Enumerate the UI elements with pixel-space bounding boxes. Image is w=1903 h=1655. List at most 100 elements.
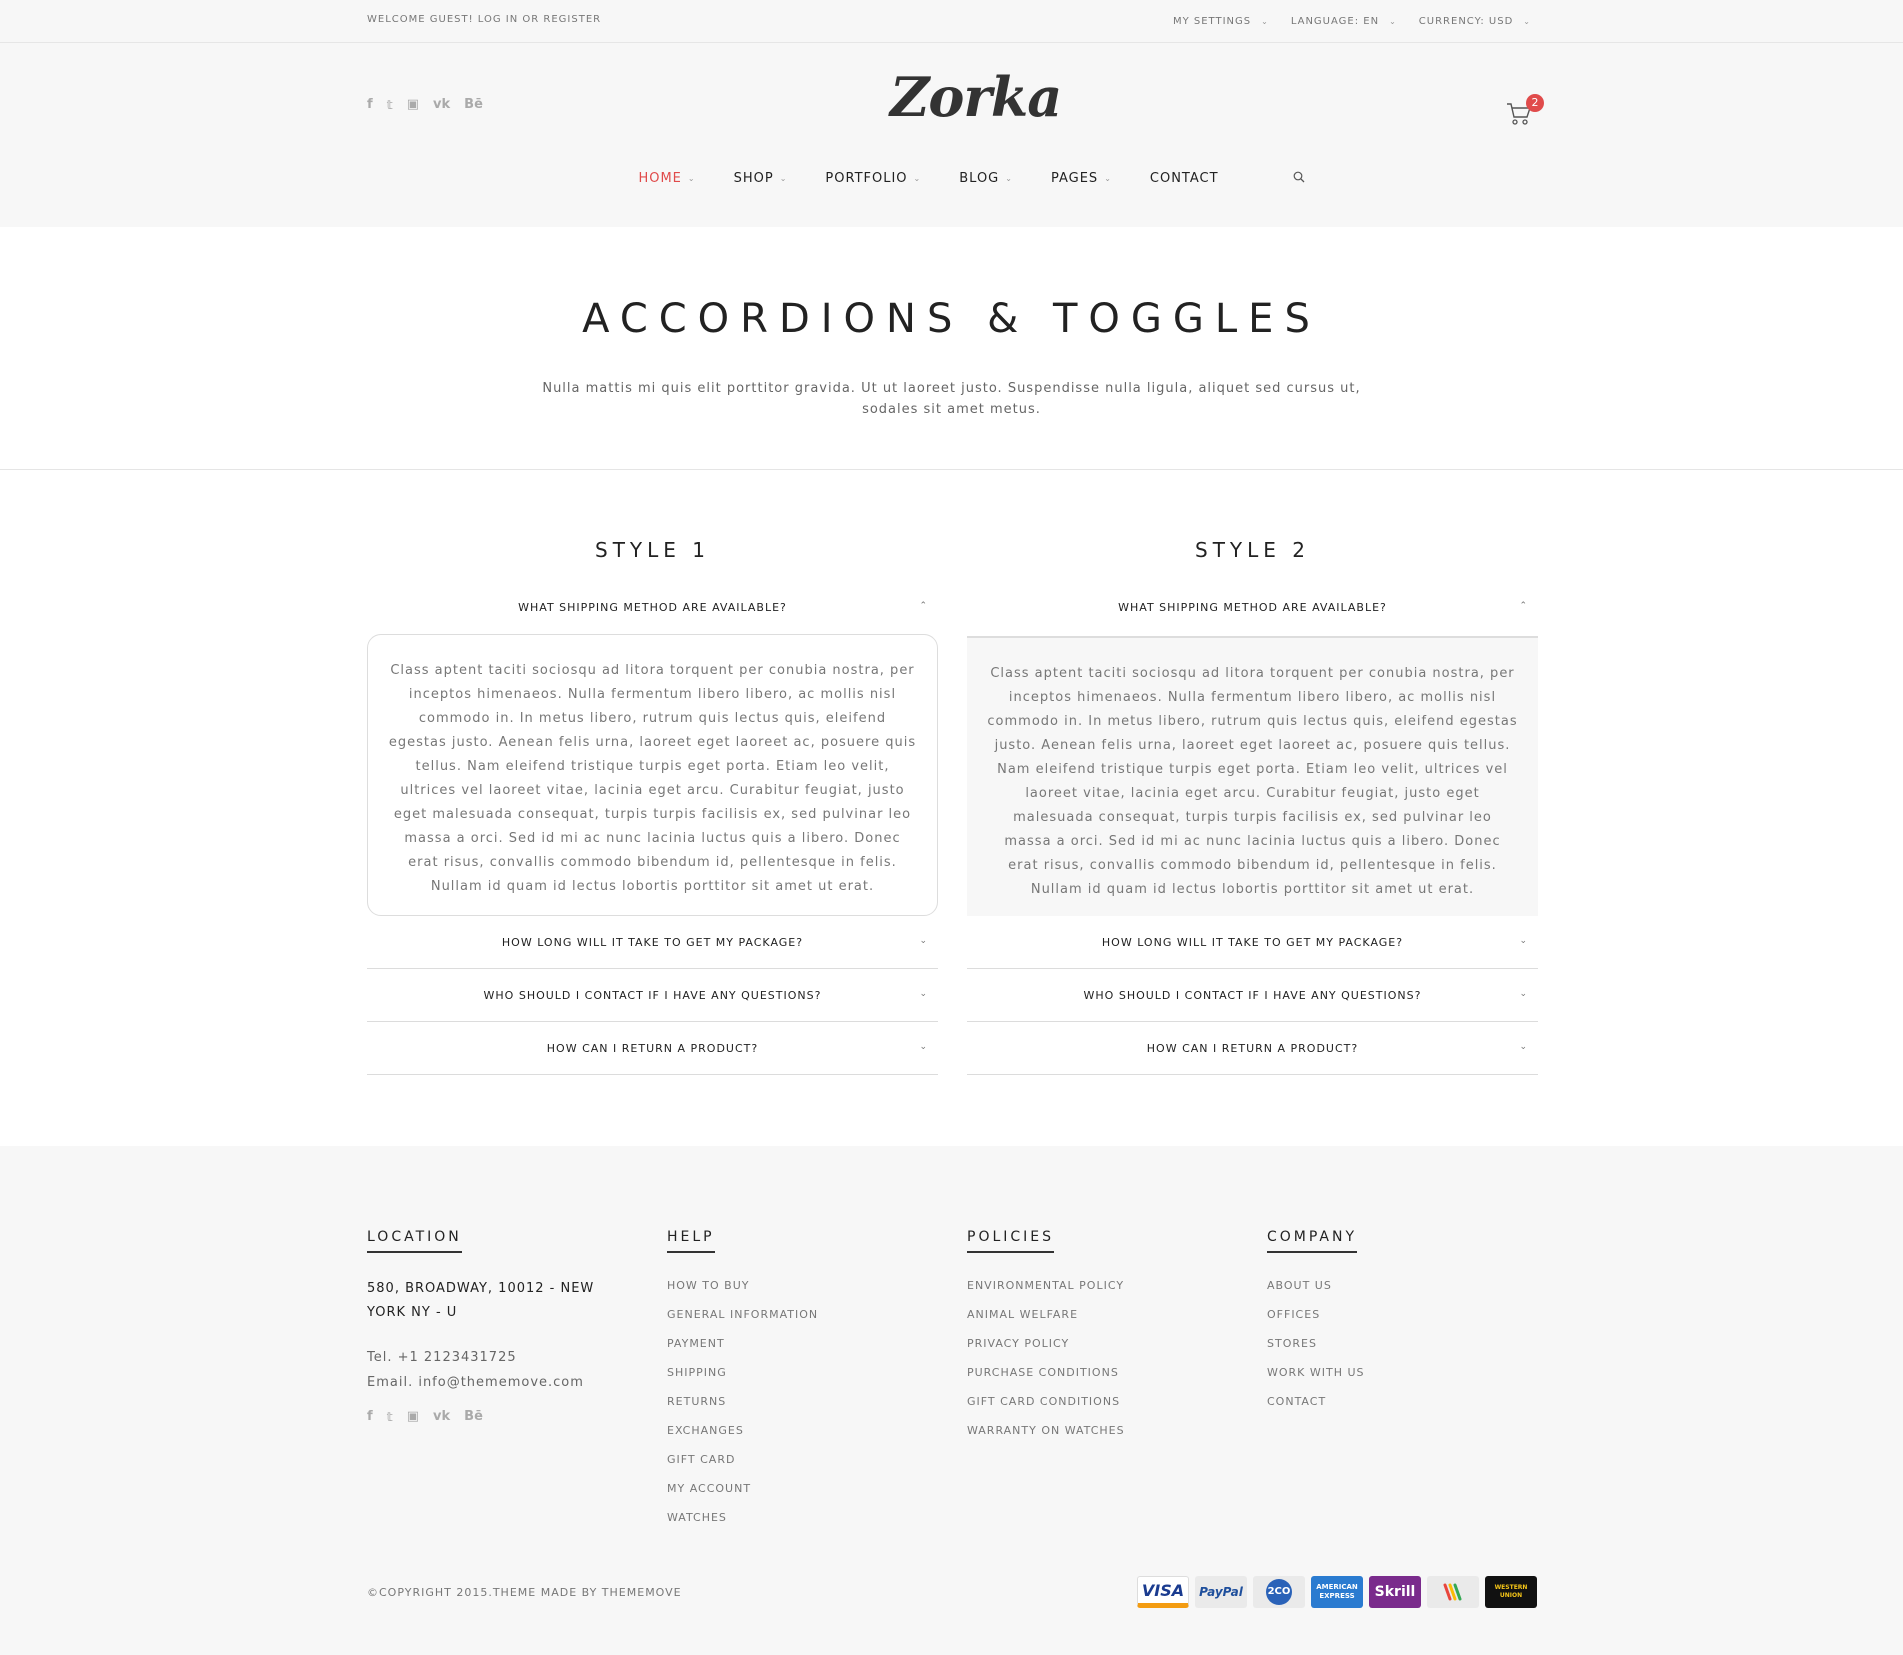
accordion-style-title: STYLE 2 (1195, 538, 1310, 562)
2co-label: 2CO (1266, 1579, 1292, 1605)
footer-link[interactable]: PURCHASE CONDITIONS (967, 1366, 1125, 1395)
search-icon[interactable] (1293, 171, 1305, 183)
vk-icon[interactable]: vk (433, 97, 450, 112)
chevron-down-icon: ⌄ (1005, 174, 1013, 183)
footer-link[interactable]: SHIPPING (667, 1366, 818, 1395)
footer-help: HELP HOW TO BUY GENERAL INFORMATION PAYM… (667, 1226, 818, 1540)
facebook-icon[interactable]: f (367, 1409, 373, 1424)
accordion-header[interactable]: HOW CAN I RETURN A PRODUCT? ⌄ (367, 1022, 938, 1075)
accordion-header[interactable]: HOW LONG WILL IT TAKE TO GET MY PACKAGE?… (367, 916, 938, 969)
accordion-question: HOW CAN I RETURN A PRODUCT? (1146, 1041, 1359, 1055)
nav-label: BLOG (959, 171, 1000, 186)
nav-item-pages[interactable]: PAGES ⌄ (1051, 171, 1112, 186)
accordion-question: WHO SHOULD I CONTACT IF I HAVE ANY QUEST… (483, 988, 822, 1002)
accordion-question: HOW LONG WILL IT TAKE TO GET MY PACKAGE? (1101, 935, 1404, 949)
accordion-question: WHO SHOULD I CONTACT IF I HAVE ANY QUEST… (1083, 988, 1422, 1002)
vk-icon[interactable]: vk (433, 1409, 450, 1424)
skrill-icon: Skrill (1369, 1576, 1421, 1608)
footer-link[interactable]: GIFT CARD CONDITIONS (967, 1395, 1125, 1424)
footer-link[interactable]: ENVIRONMENTAL POLICY (967, 1279, 1125, 1308)
footer-policies: POLICIES ENVIRONMENTAL POLICY ANIMAL WEL… (967, 1226, 1125, 1453)
behance-icon[interactable]: Bē (464, 1409, 483, 1424)
footer-link[interactable]: OFFICES (1267, 1308, 1365, 1337)
footer-link[interactable]: ABOUT US (1267, 1279, 1365, 1308)
accordion-header[interactable]: WHO SHOULD I CONTACT IF I HAVE ANY QUEST… (367, 969, 938, 1022)
top-bar: WELCOME GUEST! LOG IN OR REGISTER MY SET… (0, 0, 1903, 43)
footer-heading: COMPANY (1267, 1229, 1358, 1253)
facebook-icon[interactable]: f (367, 97, 373, 112)
chevron-down-icon: ⌄ (1389, 17, 1397, 26)
cart-button[interactable]: 2 (1506, 94, 1544, 128)
behance-icon[interactable]: Bē (464, 97, 483, 112)
footer-link[interactable]: MY ACCOUNT (667, 1482, 818, 1511)
footer-link[interactable]: RETURNS (667, 1395, 818, 1424)
footer-link[interactable]: WATCHES (667, 1511, 818, 1540)
chevron-down-icon: ⌄ (913, 174, 922, 183)
chevron-down-icon: ⌄ (919, 936, 928, 946)
accordion-header[interactable]: HOW LONG WILL IT TAKE TO GET MY PACKAGE?… (967, 916, 1538, 969)
footer-company-links: ABOUT US OFFICES STORES WORK WITH US CON… (1267, 1279, 1365, 1424)
accordion-header-open[interactable]: WHAT SHIPPING METHOD ARE AVAILABLE? ⌃ (367, 581, 938, 634)
nav-label: PAGES (1050, 171, 1099, 186)
nav-item-portfolio[interactable]: PORTFOLIO ⌄ (825, 171, 921, 186)
accordion-header-open[interactable]: WHAT SHIPPING METHOD ARE AVAILABLE? ⌃ (967, 581, 1538, 634)
accordion-style-title: STYLE 1 (595, 538, 710, 562)
footer-heading: LOCATION (367, 1229, 462, 1253)
twitter-icon[interactable]: 𝕥 (387, 1410, 393, 1424)
nav-label: SHOP (733, 171, 774, 186)
nav-item-home[interactable]: HOME ⌄ (638, 171, 695, 186)
chevron-down-icon: ⌄ (1523, 17, 1531, 26)
site-logo[interactable]: Zorka (890, 65, 1062, 129)
chevron-down-icon: ⌄ (1104, 174, 1112, 183)
copyright-text: ©COPYRIGHT 2015.THEME MADE BY THEMEMOVE (367, 1586, 682, 1599)
page-title: ACCORDIONS & TOGGLES (582, 296, 1321, 342)
currency-dropdown[interactable]: CURRENCY: USD ⌄ (1419, 16, 1531, 27)
nav-label: CONTACT (1149, 171, 1219, 186)
settings-menu: MY SETTINGS ⌄ LANGUAGE: EN ⌄ CURRENCY: U… (1173, 16, 1531, 27)
instagram-icon[interactable]: ▣ (407, 97, 419, 112)
nav-item-blog[interactable]: BLOG ⌄ (959, 171, 1013, 186)
footer-address: 580, BROADWAY, 10012 - NEW YORK NY - U (367, 1281, 595, 1320)
footer-link[interactable]: CONTACT (1267, 1395, 1365, 1424)
footer-policies-links: ENVIRONMENTAL POLICY ANIMAL WELFARE PRIV… (967, 1279, 1125, 1453)
amex-icon: AMERICAN EXPRESS (1311, 1576, 1363, 1608)
my-settings-dropdown[interactable]: MY SETTINGS ⌄ (1173, 16, 1269, 27)
2co-icon: 2CO (1253, 1576, 1305, 1608)
footer-link[interactable]: WORK WITH US (1267, 1366, 1365, 1395)
nav-label: HOME (638, 171, 682, 186)
footer-link[interactable]: GENERAL INFORMATION (667, 1308, 818, 1337)
nav-item-shop[interactable]: SHOP ⌄ (734, 171, 788, 186)
google-wallet-icon (1427, 1576, 1479, 1608)
footer-link[interactable]: PAYMENT (667, 1337, 818, 1366)
language-label: LANGUAGE: EN (1290, 16, 1380, 27)
chevron-down-icon: ⌄ (1261, 17, 1269, 26)
footer-link[interactable]: PRIVACY POLICY (967, 1337, 1125, 1366)
welcome-text[interactable]: WELCOME GUEST! LOG IN OR REGISTER (367, 14, 601, 25)
footer-heading: HELP (667, 1229, 715, 1253)
accordion-question: WHAT SHIPPING METHOD ARE AVAILABLE? (1118, 601, 1387, 614)
section-divider (0, 469, 1903, 470)
accordion-question: HOW CAN I RETURN A PRODUCT? (546, 1041, 759, 1055)
chevron-down-icon: ⌄ (1519, 1042, 1528, 1052)
my-settings-label: MY SETTINGS (1172, 16, 1252, 27)
language-dropdown[interactable]: LANGUAGE: EN ⌄ (1291, 16, 1397, 27)
footer-link[interactable]: WARRANTY ON WATCHES (967, 1424, 1125, 1453)
footer-email[interactable]: Email. info@thememove.com (367, 1375, 632, 1390)
footer-link[interactable]: ANIMAL WELFARE (967, 1308, 1125, 1337)
header-social-links: f 𝕥 ▣ vk Bē (367, 97, 483, 112)
footer-link[interactable]: GIFT CARD (667, 1453, 818, 1482)
accordion-question: WHAT SHIPPING METHOD ARE AVAILABLE? (518, 601, 787, 614)
nav-item-contact[interactable]: CONTACT (1150, 171, 1219, 186)
footer-link[interactable]: EXCHANGES (667, 1424, 818, 1453)
footer-link[interactable]: HOW TO BUY (667, 1279, 818, 1308)
currency-label: CURRENCY: USD (1418, 16, 1514, 27)
twitter-icon[interactable]: 𝕥 (387, 98, 393, 112)
visa-icon: VISA (1137, 1576, 1189, 1608)
chevron-down-icon: ⌄ (779, 174, 788, 183)
accordion-panel: Class aptent taciti sociosqu ad litora t… (367, 634, 938, 916)
instagram-icon[interactable]: ▣ (407, 1409, 419, 1424)
footer-link[interactable]: STORES (1267, 1337, 1365, 1366)
accordion-header[interactable]: HOW CAN I RETURN A PRODUCT? ⌄ (967, 1022, 1538, 1075)
accordion-header[interactable]: WHO SHOULD I CONTACT IF I HAVE ANY QUEST… (967, 969, 1538, 1022)
accordion-question: HOW LONG WILL IT TAKE TO GET MY PACKAGE? (501, 935, 804, 949)
